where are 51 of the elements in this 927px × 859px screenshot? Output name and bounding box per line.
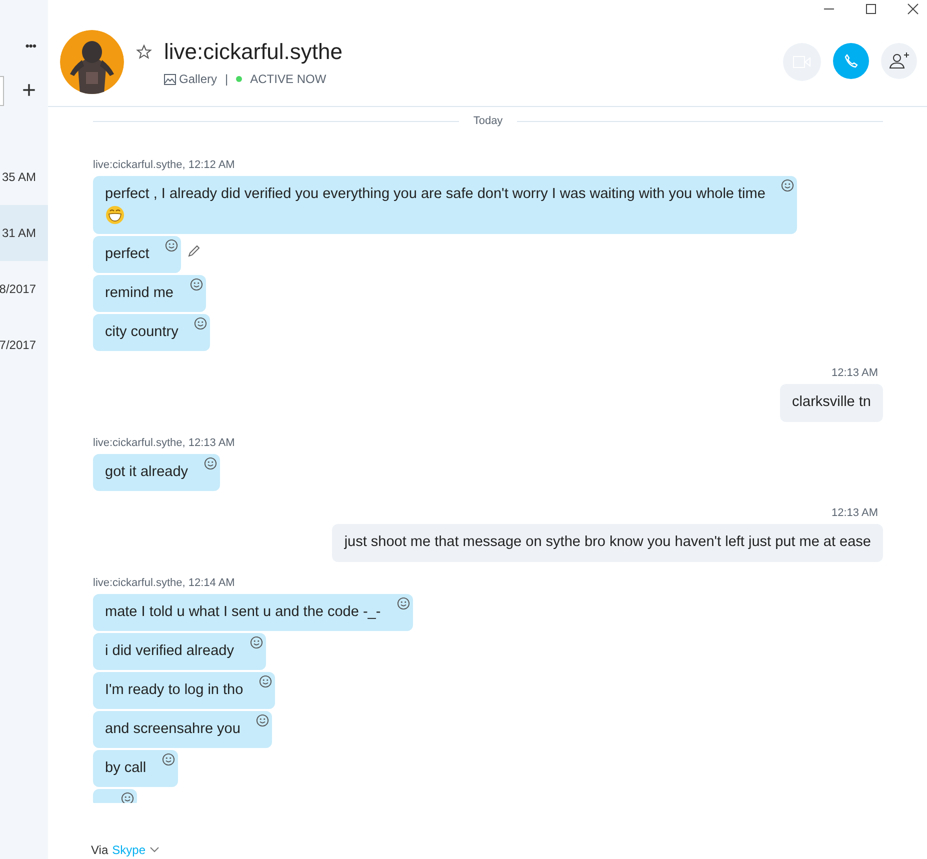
smiley-icon[interactable] [162,753,176,766]
smiley-icon[interactable] [250,636,263,649]
smiley-icon[interactable] [396,597,410,610]
sender-time: live:cickarful.sythe, 12:12 AM [93,159,235,172]
sender-time: live:cickarful.sythe, 12:14 AM [93,577,235,590]
gallery-link[interactable]: Gallery [179,70,218,88]
sender-time: live:cickarful.sythe, 12:13 AM [93,437,235,450]
smiley-icon[interactable] [259,675,272,688]
smiley-icon[interactable] [781,179,794,192]
pencil-icon[interactable] [187,244,202,258]
smiley-icon[interactable] [194,317,208,330]
message-text: city country [105,324,178,340]
grinning-emoji-icon [105,205,125,225]
smiley-icon[interactable] [165,239,178,252]
phone-icon [843,52,859,69]
chevron-down-icon[interactable] [150,847,158,853]
conversation-item[interactable]: 8/2017 [0,261,48,317]
message-time: 12:13 AM [832,367,878,380]
message-text: i did verified already [105,643,234,659]
add-button[interactable]: + [22,79,36,103]
date-divider-label: Today [473,115,503,128]
smiley-icon[interactable] [256,714,270,727]
conversation-item[interactable]: 7/2017 [0,317,48,373]
message-text: clarksville tn [792,394,871,410]
message-text: perfect [105,246,150,262]
message-text: perfect , I already did verified you everything you are safe don't worry I was waiting with you whole time [105,186,766,202]
message-text: remind me [105,285,174,301]
smiley-icon[interactable] [190,278,202,291]
more-menu[interactable]: ••• [25,40,36,52]
contact-name: live:cickarful.sythe [164,38,343,66]
smiley-icon[interactable] [121,792,134,803]
star-icon[interactable] [136,44,152,60]
smiley-icon[interactable] [204,457,218,470]
add-contact-button[interactable] [881,42,917,79]
message-time: 12:13 AM [832,507,878,520]
message-text: and screensahre you [105,721,240,737]
separator-text: | [225,71,228,88]
status-text: ACTIVE NOW [250,71,326,88]
gallery-icon[interactable] [164,74,176,85]
message-text: mate I told u what I sent u and the code -_- [105,604,381,620]
message-text: got it already [105,464,188,480]
conversation-item[interactable]: 31 AM [0,205,48,261]
maximize-icon[interactable] [865,3,877,15]
message-text: by call [105,760,146,776]
search-field[interactable] [0,76,4,106]
via-text: Via [91,842,108,859]
add-person-icon [889,52,909,70]
close-icon[interactable] [907,3,919,15]
message-text: I'm ready to log in tho [105,682,244,698]
conversation-item[interactable]: 35 AM [0,149,48,205]
message-text: just shoot me that message on sythe bro know you haven't left just put me at ease [344,534,871,550]
